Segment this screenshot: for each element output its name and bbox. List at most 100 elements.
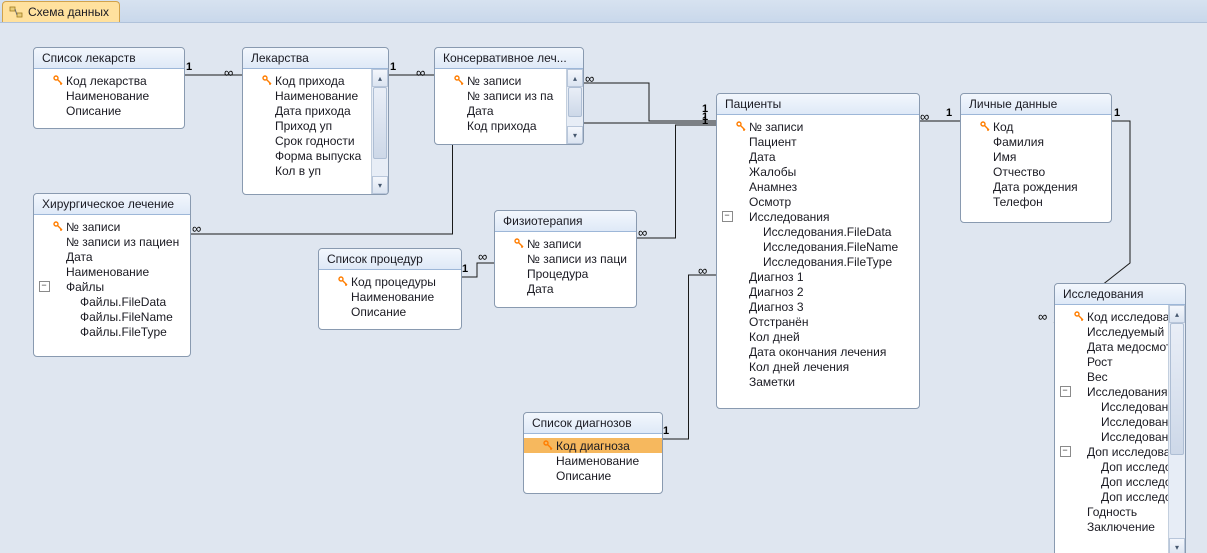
field-row[interactable]: −Исследования — [717, 209, 919, 224]
field-row[interactable]: Дата — [435, 103, 566, 118]
field-row[interactable]: Описание — [319, 304, 461, 319]
scroll-track[interactable] — [567, 87, 583, 126]
field-row[interactable]: Код диагноза — [524, 438, 662, 453]
scrollbar[interactable]: ▴▾ — [1168, 305, 1185, 553]
field-row[interactable]: № записи из пациен — [34, 234, 190, 249]
field-row[interactable]: Отстранён — [717, 314, 919, 329]
field-row[interactable]: Диагноз 2 — [717, 284, 919, 299]
scroll-track[interactable] — [372, 87, 388, 176]
scroll-up-icon[interactable]: ▴ — [372, 69, 388, 87]
scroll-thumb[interactable] — [1170, 323, 1184, 455]
field-row[interactable]: Годность — [1055, 504, 1168, 519]
field-row[interactable]: Доп исследо — [1055, 489, 1168, 504]
field-row[interactable]: Наименование — [524, 453, 662, 468]
field-row[interactable]: Осмотр — [717, 194, 919, 209]
field-row[interactable]: Заключение — [1055, 519, 1168, 534]
field-row[interactable]: Заметки — [717, 374, 919, 389]
field-row[interactable]: Дата прихода — [243, 103, 371, 118]
expander-icon[interactable]: − — [1060, 386, 1071, 397]
field-row[interactable]: Дата окончания лечения — [717, 344, 919, 359]
table-header[interactable]: Список процедур — [319, 249, 461, 270]
table-diag_list[interactable]: Список диагнозов Код диагнозаНаименование… — [523, 412, 663, 494]
scroll-thumb[interactable] — [373, 87, 387, 159]
table-proc_list[interactable]: Список процедур Код процедурыНаименование… — [318, 248, 462, 330]
field-row[interactable]: Вес — [1055, 369, 1168, 384]
field-row[interactable]: Код — [961, 119, 1111, 134]
table-header[interactable]: Исследования — [1055, 284, 1185, 305]
field-row[interactable]: Файлы.FileData — [34, 294, 190, 309]
field-row[interactable]: Исследования.FileName — [717, 239, 919, 254]
table-header[interactable]: Физиотерапия — [495, 211, 636, 232]
field-row[interactable]: Диагноз 1 — [717, 269, 919, 284]
field-row[interactable]: Доп исследо — [1055, 459, 1168, 474]
scroll-up-icon[interactable]: ▴ — [1169, 305, 1185, 323]
table-surg[interactable]: Хирургическое лечение № записи№ записи из… — [33, 193, 191, 357]
field-row[interactable]: Код лекарства — [34, 73, 184, 88]
field-row[interactable]: № записи — [495, 236, 636, 251]
field-row[interactable]: Жалобы — [717, 164, 919, 179]
field-row[interactable]: −Доп исследова — [1055, 444, 1168, 459]
field-row[interactable]: Исследуемый — [1055, 324, 1168, 339]
table-drugs[interactable]: Лекарства Код приходаНаименованиеДата при… — [242, 47, 389, 195]
field-row[interactable]: Кол дней лечения — [717, 359, 919, 374]
table-header[interactable]: Лекарства — [243, 48, 388, 69]
field-row[interactable]: Наименование — [319, 289, 461, 304]
table-header[interactable]: Список диагнозов — [524, 413, 662, 434]
field-row[interactable]: Доп исследо — [1055, 474, 1168, 489]
field-row[interactable]: Рост — [1055, 354, 1168, 369]
field-row[interactable]: Код исследован — [1055, 309, 1168, 324]
tab-schema[interactable]: Схема данных — [2, 1, 120, 22]
field-row[interactable]: Дата — [717, 149, 919, 164]
field-row[interactable]: Приход уп — [243, 118, 371, 133]
field-row[interactable]: Описание — [524, 468, 662, 483]
field-row[interactable]: Наименование — [34, 264, 190, 279]
field-row[interactable]: Дата медосмот — [1055, 339, 1168, 354]
table-exams[interactable]: Исследования Код исследованИсследуемыйДат… — [1054, 283, 1186, 553]
scrollbar[interactable]: ▴▾ — [566, 69, 583, 144]
field-row[interactable]: Код процедуры — [319, 274, 461, 289]
field-row[interactable]: Исследовани — [1055, 414, 1168, 429]
field-row[interactable]: Форма выпуска — [243, 148, 371, 163]
field-row[interactable]: Исследования.FileType — [717, 254, 919, 269]
field-row[interactable]: Диагноз 3 — [717, 299, 919, 314]
field-row[interactable]: Анамнез — [717, 179, 919, 194]
field-row[interactable]: Описание — [34, 103, 184, 118]
field-row[interactable]: Файлы.FileType — [34, 324, 190, 339]
scroll-thumb[interactable] — [568, 87, 582, 117]
table-cons[interactable]: Консервативное леч... № записи№ записи из… — [434, 47, 584, 145]
table-patients[interactable]: Пациенты№ записиПациентДатаЖалобыАнамнез… — [716, 93, 920, 409]
field-row[interactable]: Наименование — [34, 88, 184, 103]
field-row[interactable]: Дата рождения — [961, 179, 1111, 194]
field-row[interactable]: Код прихода — [243, 73, 371, 88]
table-header[interactable]: Пациенты — [717, 94, 919, 115]
scrollbar[interactable]: ▴▾ — [371, 69, 388, 194]
field-row[interactable]: № записи — [435, 73, 566, 88]
field-row[interactable]: Кол в уп — [243, 163, 371, 178]
table-personal[interactable]: Личные данныеКодФамилияИмяОтчествоДата р… — [960, 93, 1112, 223]
field-row[interactable]: Кол дней — [717, 329, 919, 344]
field-row[interactable]: Дата — [495, 281, 636, 296]
table-header[interactable]: Консервативное леч... — [435, 48, 583, 69]
table-header[interactable]: Хирургическое лечение — [34, 194, 190, 215]
schema-canvas[interactable]: Список лекарствКод лекарстваНаименование… — [0, 23, 1207, 553]
field-row[interactable]: № записи — [34, 219, 190, 234]
expander-icon[interactable]: − — [1060, 446, 1071, 457]
scroll-down-icon[interactable]: ▾ — [372, 176, 388, 194]
field-row[interactable]: Телефон — [961, 194, 1111, 209]
table-drug_list[interactable]: Список лекарств Код лекарстваНаименование… — [33, 47, 185, 129]
field-row[interactable]: Процедура — [495, 266, 636, 281]
table-header[interactable]: Список лекарств — [34, 48, 184, 69]
table-physio[interactable]: Физиотерапия№ записи№ записи из пациПроц… — [494, 210, 637, 308]
field-row[interactable]: Имя — [961, 149, 1111, 164]
scroll-up-icon[interactable]: ▴ — [567, 69, 583, 87]
field-row[interactable]: Файлы.FileName — [34, 309, 190, 324]
table-header[interactable]: Личные данные — [961, 94, 1111, 115]
field-row[interactable]: Наименование — [243, 88, 371, 103]
field-row[interactable]: Исследовани — [1055, 399, 1168, 414]
scroll-track[interactable] — [1169, 323, 1185, 538]
field-row[interactable]: Пациент — [717, 134, 919, 149]
expander-icon[interactable]: − — [722, 211, 733, 222]
field-row[interactable]: Код прихода — [435, 118, 566, 133]
field-row[interactable]: № записи из па — [435, 88, 566, 103]
field-row[interactable]: Отчество — [961, 164, 1111, 179]
